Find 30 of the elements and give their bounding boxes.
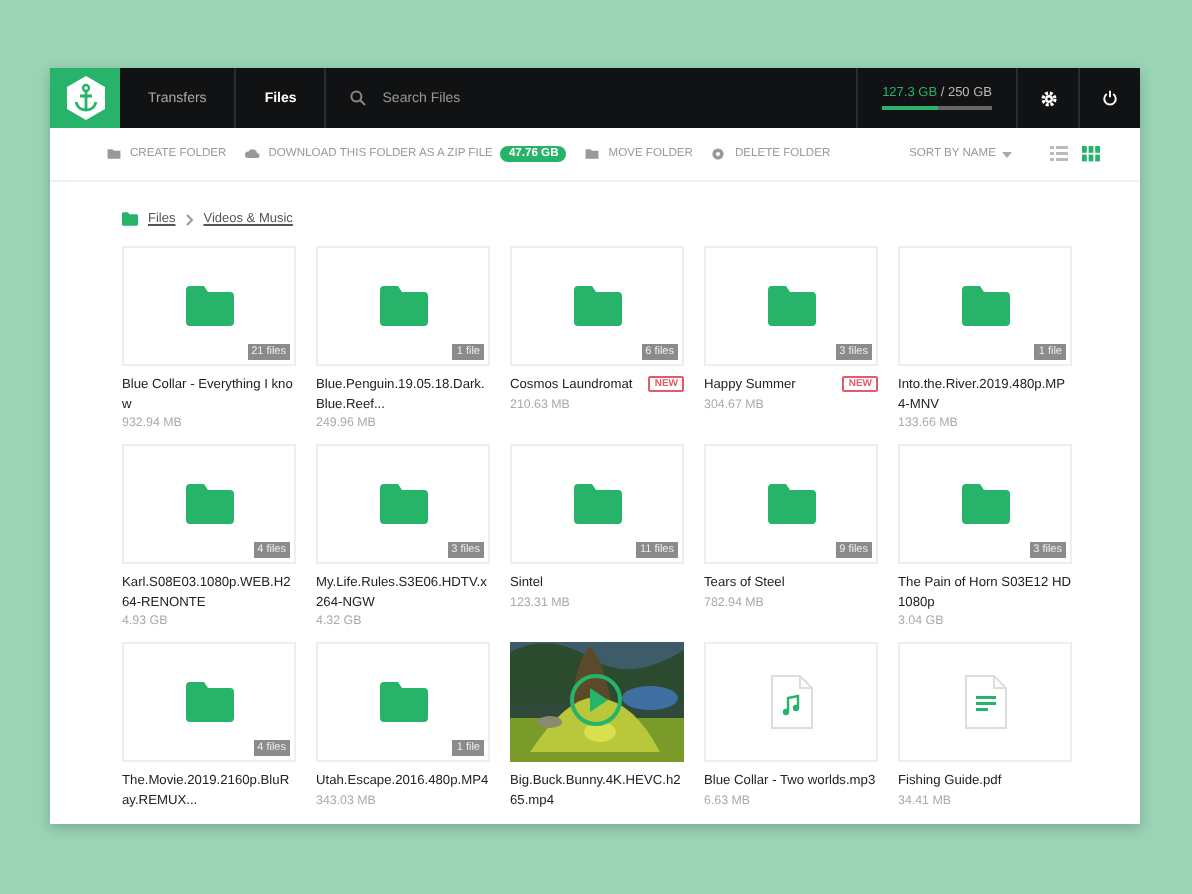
file-tile[interactable] <box>704 642 878 762</box>
document-icon <box>963 674 1007 730</box>
cloud-icon <box>244 146 261 162</box>
anchor-logo-icon[interactable] <box>65 76 105 120</box>
folder-icon <box>584 146 601 162</box>
folder-icon <box>767 286 815 326</box>
circle-icon <box>710 146 727 162</box>
folder-icon <box>185 682 233 722</box>
search-icon <box>350 90 367 106</box>
folder-icon <box>379 682 427 722</box>
folder-icon <box>379 484 427 524</box>
list-view-icon[interactable] <box>1050 146 1068 162</box>
folder-icon <box>767 484 815 524</box>
folder-icon <box>185 484 233 524</box>
folder-icon <box>573 484 621 524</box>
folder-icon <box>961 484 1009 524</box>
folder-icon <box>379 286 427 326</box>
folder-plus-icon <box>106 146 122 162</box>
music-file-icon <box>769 674 813 730</box>
file-tile[interactable] <box>898 642 1072 762</box>
settings-icon[interactable] <box>1039 89 1057 107</box>
play-icon[interactable] <box>568 672 624 728</box>
folder-icon <box>961 286 1009 326</box>
grid-view-icon[interactable] <box>1082 146 1100 162</box>
folder-icon <box>122 212 138 226</box>
folder-icon <box>185 286 233 326</box>
chevron-icon <box>185 213 194 225</box>
folder-icon <box>573 286 621 326</box>
power-icon[interactable] <box>1102 90 1118 106</box>
caret-icon <box>1002 151 1012 157</box>
